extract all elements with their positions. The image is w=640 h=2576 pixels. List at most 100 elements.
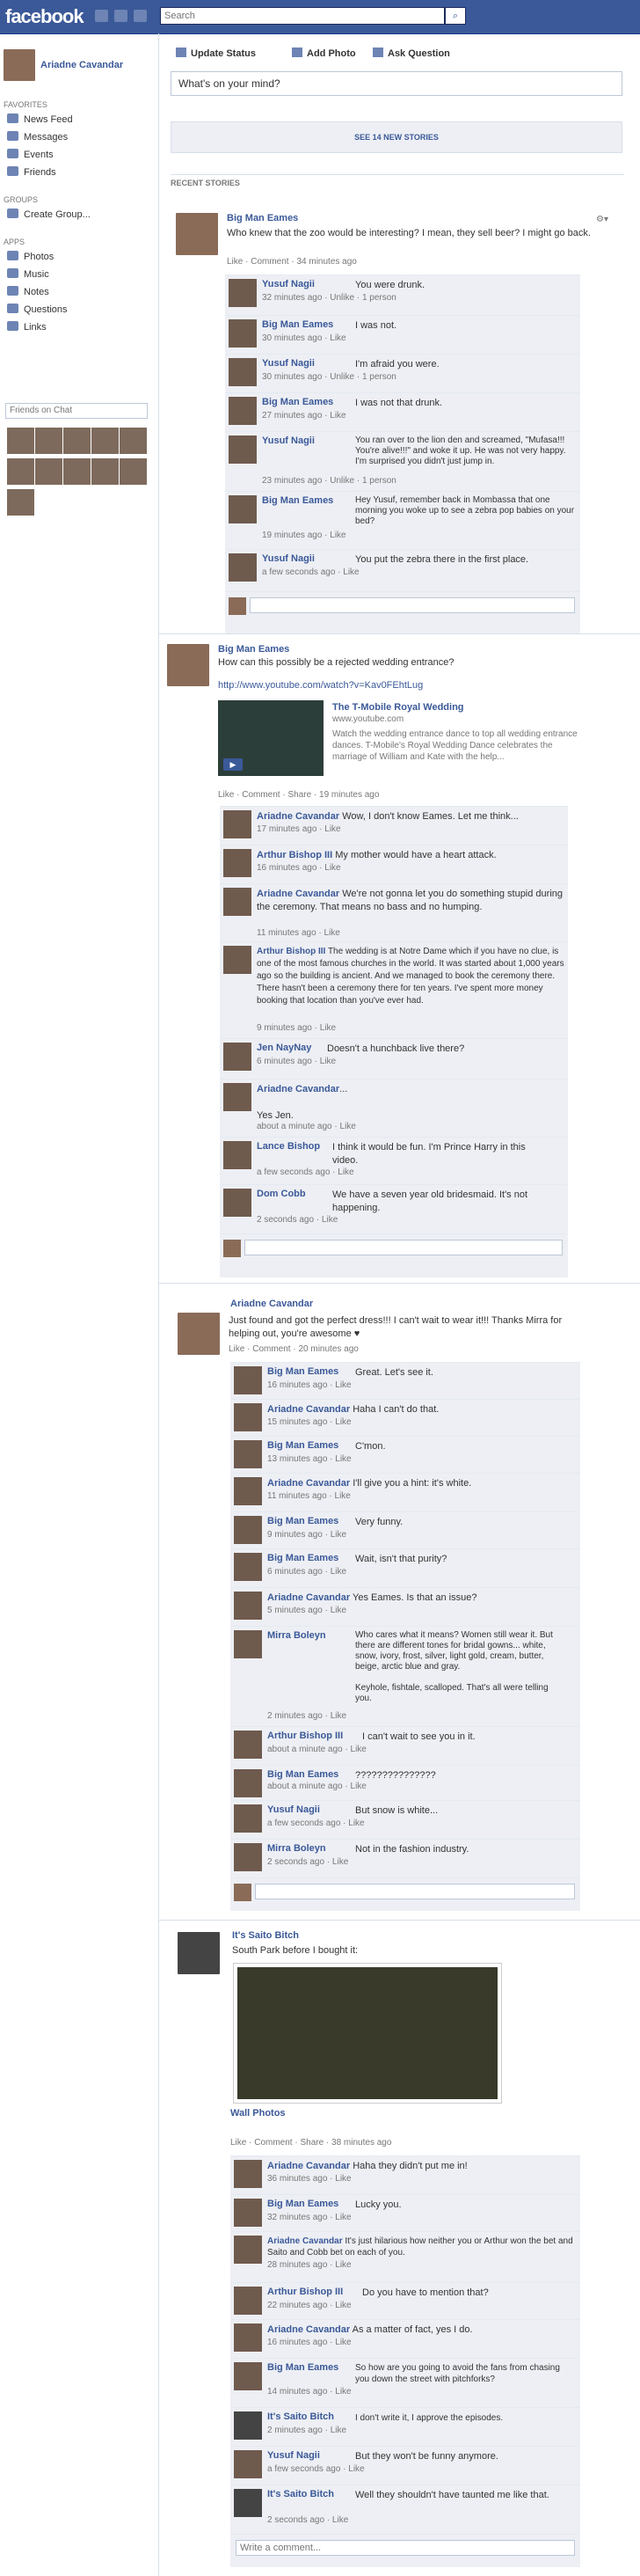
avatar[interactable]: [234, 1843, 262, 1871]
avatar[interactable]: [234, 1769, 262, 1797]
comment-author[interactable]: Big Man Eames: [267, 1516, 338, 1526]
avatar[interactable]: [234, 1440, 262, 1468]
comment-input[interactable]: [250, 597, 575, 613]
comment-meta[interactable]: 27 minutes ago · Like: [262, 411, 346, 421]
avatar[interactable]: [229, 435, 257, 464]
avatar[interactable]: [234, 1630, 262, 1658]
story-author[interactable]: Ariadne Cavandar: [230, 1299, 313, 1309]
comment-meta[interactable]: a few seconds ago · Like: [267, 1819, 365, 1828]
chat-friend-avatar[interactable]: [35, 458, 62, 485]
comment-meta[interactable]: 9 minutes ago · Like: [267, 1530, 346, 1540]
sidebar-item-events[interactable]: Events: [7, 148, 54, 162]
avatar[interactable]: [229, 279, 257, 307]
chat-friend-avatar[interactable]: [7, 489, 34, 516]
comment-meta[interactable]: 2 seconds ago · Like: [267, 2515, 348, 2525]
story-author[interactable]: Big Man Eames: [218, 644, 289, 655]
comment-meta[interactable]: 13 minutes ago · Like: [267, 1454, 352, 1464]
comment-author[interactable]: Mirra Boleyn: [267, 1630, 326, 1641]
comment-author[interactable]: Dom Cobb: [257, 1189, 306, 1199]
sidebar-item-music[interactable]: Music: [7, 267, 49, 282]
comment-author[interactable]: Ariadne Cavandar: [257, 1084, 339, 1094]
comment-author[interactable]: Big Man Eames: [267, 1440, 338, 1451]
comment-meta[interactable]: 16 minutes ago · Like: [267, 1380, 352, 1390]
comment-meta[interactable]: 28 minutes ago · Like: [267, 2260, 352, 2270]
avatar[interactable]: [223, 946, 251, 974]
avatar[interactable]: [234, 1592, 262, 1620]
notifications-icon[interactable]: [134, 10, 147, 22]
chat-friend-avatar[interactable]: [63, 428, 91, 454]
avatar[interactable]: [167, 644, 209, 686]
chat-friend-avatar[interactable]: [120, 428, 147, 454]
comment-author[interactable]: Yusuf Nagii: [262, 435, 315, 446]
comment-meta[interactable]: 16 minutes ago · Like: [267, 2338, 352, 2347]
comment-input[interactable]: [244, 1240, 563, 1255]
ask-question-tab[interactable]: Ask Question: [373, 48, 450, 59]
avatar[interactable]: [229, 358, 257, 386]
story-author[interactable]: Big Man Eames: [227, 213, 298, 223]
sidebar-item-messages[interactable]: Messages: [7, 130, 68, 144]
story-options-icon[interactable]: ⚙▾: [596, 215, 608, 224]
avatar[interactable]: [229, 397, 257, 425]
comment-author[interactable]: It's Saito Bitch: [267, 2411, 334, 2422]
chat-friend-avatar[interactable]: [7, 428, 34, 454]
comment-author[interactable]: Yusuf Nagii: [262, 279, 315, 289]
chat-search-input[interactable]: Friends on Chat: [5, 403, 148, 419]
comment-author[interactable]: Arthur Bishop III: [267, 2287, 343, 2297]
comment-meta[interactable]: about a minute ago · Like: [267, 1782, 367, 1791]
comment-author[interactable]: Big Man Eames: [267, 1769, 338, 1780]
comment-author[interactable]: Big Man Eames: [267, 1366, 338, 1377]
comment-author[interactable]: Ariadne Cavandar: [267, 2161, 350, 2171]
friend-requests-icon[interactable]: [95, 10, 108, 22]
sidebar-item-friends[interactable]: Friends: [7, 165, 56, 179]
comment-author[interactable]: Ariadne Cavandar: [257, 889, 339, 899]
avatar[interactable]: [229, 319, 257, 348]
comment-meta[interactable]: 2 seconds ago · Like: [257, 1215, 338, 1225]
story-actions[interactable]: Like · Comment · Share · 19 minutes ago: [218, 790, 379, 800]
story-actions[interactable]: Like · Comment · Share · 38 minutes ago: [230, 2138, 391, 2148]
comment-meta[interactable]: 16 minutes ago · Like: [257, 863, 341, 873]
avatar[interactable]: [178, 1313, 220, 1355]
sidebar-item-questions[interactable]: Questions: [7, 303, 68, 317]
avatar[interactable]: [223, 1083, 251, 1111]
comment-meta[interactable]: 14 minutes ago · Like: [267, 2387, 352, 2397]
chat-friend-avatar[interactable]: [91, 458, 119, 485]
comment-author[interactable]: Ariadne Cavandar: [267, 1478, 350, 1489]
sidebar-item-links[interactable]: Links: [7, 320, 47, 334]
avatar[interactable]: [223, 1141, 251, 1169]
sidebar-item-news-feed[interactable]: News Feed: [7, 113, 73, 127]
profile-name[interactable]: Ariadne Cavandar: [40, 60, 123, 70]
facebook-logo[interactable]: facebook: [5, 5, 84, 28]
comment-meta[interactable]: about a minute ago · Like: [267, 1745, 367, 1754]
comment-author[interactable]: Big Man Eames: [262, 319, 333, 330]
avatar[interactable]: [223, 810, 251, 838]
story-link-url[interactable]: http://www.youtube.com/watch?v=Kav0FEhtL…: [218, 679, 423, 692]
comment-author[interactable]: Ariadne Cavandar: [257, 811, 339, 822]
comment-meta[interactable]: 30 minutes ago · Like: [262, 333, 346, 343]
avatar[interactable]: [223, 1043, 251, 1071]
story-actions[interactable]: Like · Comment · 34 minutes ago: [227, 257, 357, 267]
avatar[interactable]: [234, 2236, 262, 2264]
avatar[interactable]: [234, 2489, 262, 2517]
comment-meta[interactable]: 22 minutes ago · Like: [267, 2301, 352, 2310]
comment-meta[interactable]: 15 minutes ago · Like: [267, 1417, 352, 1427]
chat-friend-avatar[interactable]: [120, 458, 147, 485]
comment-author[interactable]: Yusuf Nagii: [267, 1804, 320, 1815]
comment-meta[interactable]: 11 minutes ago · Like: [257, 928, 340, 938]
avatar[interactable]: [176, 213, 218, 255]
avatar[interactable]: [234, 1366, 262, 1394]
comment-author[interactable]: Yusuf Nagii: [262, 553, 315, 564]
comment-author[interactable]: Arthur Bishop III: [267, 1731, 343, 1741]
video-thumbnail[interactable]: ▶: [218, 700, 324, 776]
comment-input[interactable]: [255, 1884, 575, 1899]
avatar[interactable]: [223, 849, 251, 877]
avatar[interactable]: [234, 2324, 262, 2352]
see-new-stories-button[interactable]: SEE 14 NEW STORIES: [171, 121, 622, 153]
comment-author[interactable]: Big Man Eames: [262, 397, 333, 407]
messages-icon[interactable]: [114, 10, 127, 22]
comment-meta[interactable]: 2 seconds ago · Like: [267, 1857, 348, 1867]
comment-input[interactable]: Write a comment...: [236, 2540, 575, 2556]
comment-author[interactable]: Arthur Bishop III: [257, 947, 325, 956]
avatar[interactable]: [234, 1516, 262, 1544]
comment-author[interactable]: Ariadne Cavandar: [267, 1592, 350, 1603]
comment-author[interactable]: Ariadne Cavandar: [267, 2236, 343, 2246]
